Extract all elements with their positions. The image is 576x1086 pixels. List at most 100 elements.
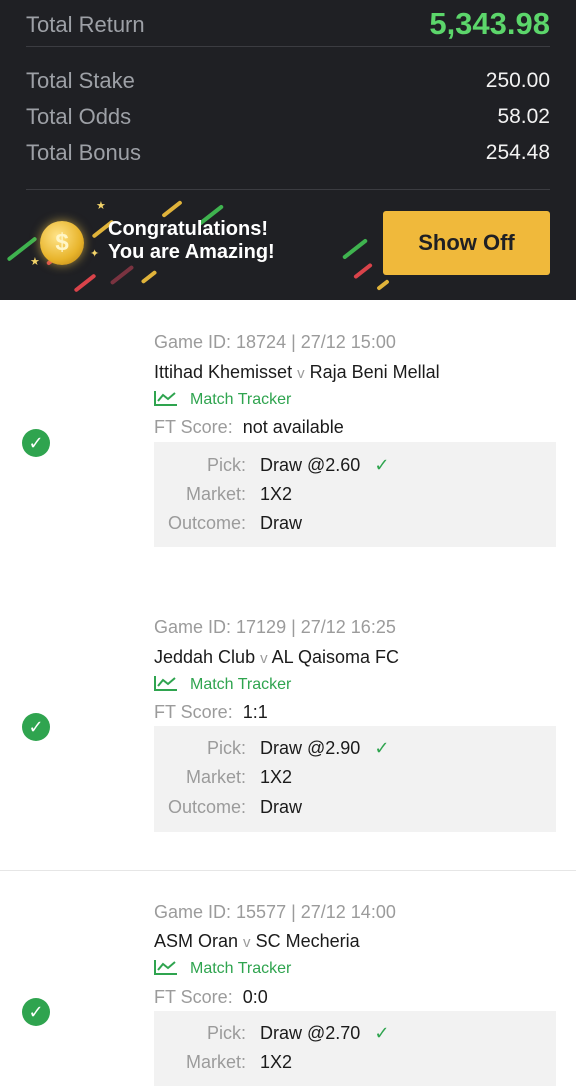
total-bonus-label: Total Bonus: [26, 140, 141, 165]
line-chart-icon: [154, 960, 177, 975]
checkmark-icon: ✓: [374, 1023, 390, 1043]
versus-label: v: [297, 365, 305, 382]
match-teams: Jeddah Club v AL Qaisoma FC: [154, 647, 399, 668]
total-bonus-value: 254.48: [485, 141, 550, 164]
total-stake-label: Total Stake: [26, 68, 135, 93]
confetti-streak: [109, 264, 135, 286]
outcome-row: Outcome: Draw: [154, 797, 556, 823]
check-circle-icon: ✓: [22, 713, 50, 741]
ft-score-row: FT Score: not available: [154, 417, 344, 438]
away-team: Raja Beni Mellal: [309, 362, 440, 382]
ft-score-label: FT Score:: [154, 987, 233, 1007]
away-team: AL Qaisoma FC: [271, 647, 399, 667]
match-teams: Ittihad Khemisset v Raja Beni Mellal: [154, 362, 440, 383]
ft-score-value: not available: [242, 417, 344, 437]
total-bonus-row: Total Bonus 254.48: [26, 140, 550, 174]
line-chart-icon: [154, 676, 177, 691]
market-value: 1X2: [260, 484, 293, 504]
pick-value: Draw @2.70: [260, 1023, 361, 1043]
match-tracker-link[interactable]: Match Tracker: [154, 390, 291, 409]
confetti-streak: [140, 269, 158, 285]
pick-value-wrap: Draw @2.90 ✓: [260, 738, 389, 759]
bet-selection-card: ✓ Game ID: 18724 | 27/12 15:00 Ittihad K…: [0, 301, 576, 586]
line-chart-icon: [154, 391, 177, 406]
market-value: 1X2: [260, 1052, 293, 1072]
away-team: SC Mecheria: [255, 931, 360, 951]
match-tracker-link[interactable]: Match Tracker: [154, 675, 291, 694]
match-tracker-link[interactable]: Match Tracker: [154, 959, 291, 978]
congrats-line-2: You are Amazing!: [108, 241, 275, 263]
congratulations-text: Congratulations! You are Amazing!: [108, 218, 275, 264]
check-circle-icon: ✓: [22, 429, 50, 457]
confetti-streak: [353, 262, 373, 280]
pick-details-box: Pick: Draw @2.90 ✓ Market: 1X2 Outcome: D…: [154, 726, 556, 832]
total-stake-row: Total Stake 250.00: [26, 68, 550, 102]
outcome-label: Outcome:: [167, 513, 246, 533]
market-label: Market:: [185, 767, 246, 787]
confetti-streak: [161, 200, 183, 218]
pick-label: Pick:: [206, 738, 246, 758]
pick-row: Pick: Draw @2.70 ✓: [154, 1023, 556, 1049]
confetti-streak: [73, 273, 97, 293]
match-tracker-label: Match Tracker: [190, 391, 292, 408]
confetti-streak: [376, 279, 390, 291]
check-circle-icon: ✓: [22, 998, 50, 1026]
summary-divider: [26, 46, 550, 47]
market-row: Market: 1X2: [154, 484, 556, 510]
ft-score-label: FT Score:: [154, 417, 233, 437]
outcome-row: Outcome: Draw: [154, 513, 556, 539]
ft-score-row: FT Score: 0:0: [154, 987, 268, 1008]
checkmark-icon: ✓: [374, 455, 390, 475]
outcome-label: Outcome:: [167, 797, 246, 817]
sparkle-icon: ★: [30, 256, 40, 268]
pick-row: Pick: Draw @2.90 ✓: [154, 738, 556, 764]
home-team: Jeddah Club: [154, 647, 256, 667]
versus-label: v: [243, 934, 251, 951]
pick-row: Pick: Draw @2.60 ✓: [154, 455, 556, 481]
show-off-button[interactable]: Show Off: [383, 211, 550, 275]
market-label: Market:: [185, 1052, 246, 1072]
market-value: 1X2: [260, 767, 293, 787]
ft-score-value: 0:0: [242, 987, 268, 1007]
match-teams: ASM Oran v SC Mecheria: [154, 931, 360, 952]
pick-label: Pick:: [206, 455, 246, 475]
versus-label: v: [260, 650, 268, 667]
outcome-value: Draw: [260, 797, 303, 817]
pick-details-box: Pick: Draw @2.60 ✓ Market: 1X2 Outcome: D…: [154, 442, 556, 547]
sparkle-icon: ✦: [90, 248, 100, 260]
pick-value-wrap: Draw @2.60 ✓: [260, 455, 389, 476]
confetti-streak: [341, 238, 369, 260]
market-row: Market: 1X2: [154, 1052, 556, 1078]
ft-score-value: 1:1: [242, 702, 268, 722]
pick-value: Draw @2.90: [260, 738, 361, 758]
total-stake-value: 250.00: [485, 69, 550, 92]
bet-summary-panel: Total Return 5,343.98 Total Stake 250.00…: [0, 0, 576, 300]
total-odds-value: 58.02: [497, 105, 550, 128]
total-odds-label: Total Odds: [26, 104, 132, 129]
outcome-value: Draw: [260, 513, 303, 533]
bet-selection-card: ✓ Game ID: 15577 | 27/12 14:00 ASM Oran …: [0, 871, 576, 1086]
total-return-row: Total Return 5,343.98: [26, 4, 550, 41]
pick-value: Draw @2.60: [260, 455, 361, 475]
market-row: Market: 1X2: [154, 767, 556, 793]
congrats-line-1: Congratulations!: [108, 218, 268, 240]
congratulations-banner: ★ ★ ✦ $ Congratulations! You are Amazing…: [0, 191, 576, 300]
bet-selection-card: ✓ Game ID: 17129 | 27/12 16:25 Jeddah Cl…: [0, 586, 576, 871]
game-id-text: Game ID: 18724 | 27/12 15:00: [154, 332, 396, 352]
dollar-coin-icon: $: [40, 221, 84, 265]
match-tracker-label: Match Tracker: [190, 960, 292, 977]
total-odds-row: Total Odds 58.02: [26, 104, 550, 138]
pick-label: Pick:: [206, 1023, 246, 1043]
sparkle-icon: ★: [96, 200, 106, 212]
game-id-text: Game ID: 17129 | 27/12 16:25: [154, 617, 396, 637]
ft-score-row: FT Score: 1:1: [154, 702, 268, 723]
pick-details-box: Pick: Draw @2.70 ✓ Market: 1X2: [154, 1011, 556, 1086]
home-team: ASM Oran: [154, 931, 239, 951]
game-id-text: Game ID: 15577 | 27/12 14:00: [154, 902, 396, 922]
market-label: Market:: [185, 484, 246, 504]
match-tracker-label: Match Tracker: [190, 676, 292, 693]
home-team: Ittihad Khemisset: [154, 362, 293, 382]
banner-divider: [26, 189, 550, 190]
total-return-label: Total Return: [26, 12, 145, 37]
ft-score-label: FT Score:: [154, 702, 233, 722]
